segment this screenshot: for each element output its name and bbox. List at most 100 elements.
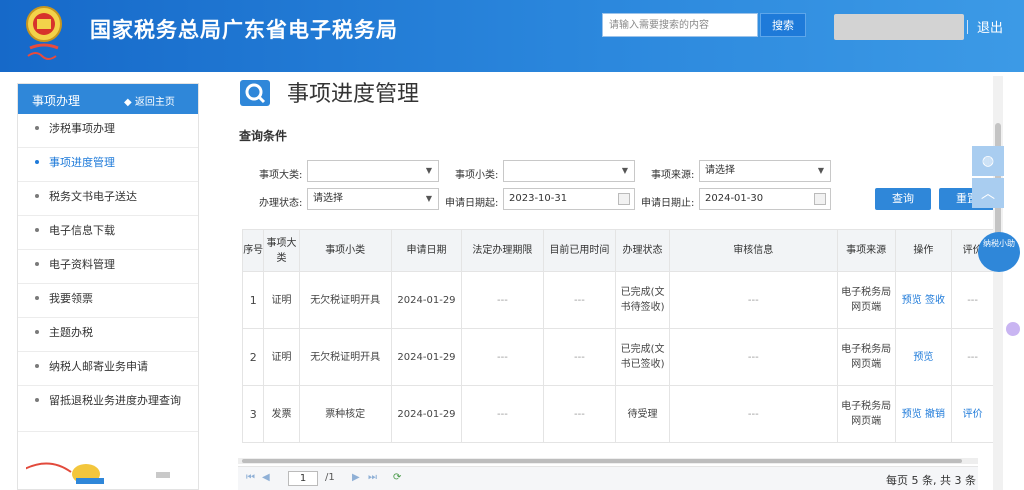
vertical-scrollbar[interactable] bbox=[993, 76, 1003, 490]
column-header: 事项来源 bbox=[836, 229, 896, 272]
sidebar-illustration bbox=[26, 462, 170, 484]
sidebar-item-progress-management[interactable]: 事项进度管理 bbox=[18, 148, 198, 182]
subcategory-select[interactable]: ▼ bbox=[503, 160, 635, 182]
cell-date: 2024-01-29 bbox=[390, 271, 463, 329]
category-select[interactable]: ▼ bbox=[307, 160, 439, 182]
main-content: 事项进度管理 查询条件 事项大类: ▼ 事项小类: ▼ 事项来源: 请选择 ▼ … bbox=[224, 72, 1000, 490]
search-box[interactable] bbox=[602, 13, 758, 37]
cell-source: 电子税务局网页端 bbox=[836, 271, 896, 329]
pagination-bar: ⏮ ◀ 1 /1 ▶ ⏭ ⟳ 每页 5 条, 共 3 条 bbox=[238, 466, 978, 490]
sidebar-item-info-download[interactable]: 电子信息下载 bbox=[18, 216, 198, 250]
table-row: 2 证明 无欠税证明开具 2024-01-29 --- --- 已完成(文书已签… bbox=[242, 328, 994, 386]
horizontal-scrollbar[interactable] bbox=[238, 458, 978, 464]
search-input[interactable] bbox=[603, 14, 757, 36]
site-title: 国家税务总局广东省电子税务局 bbox=[90, 18, 398, 42]
column-header: 申请日期 bbox=[390, 229, 463, 272]
sidebar-item-tax-matters[interactable]: 涉税事项办理 bbox=[18, 114, 198, 148]
subcategory-label: 事项小类: bbox=[455, 170, 499, 181]
rate-link[interactable]: 评价 bbox=[951, 385, 994, 443]
cell-used: --- bbox=[542, 271, 617, 329]
last-page-icon[interactable]: ⏭ bbox=[368, 472, 377, 483]
sidebar: 事项办理 ◆ 返回主页 涉税事项办理 事项进度管理 税务文书电子送达 电子信息下… bbox=[17, 83, 199, 490]
sidebar-item-data-management[interactable]: 电子资料管理 bbox=[18, 250, 198, 284]
total-pages: /1 bbox=[325, 472, 335, 483]
cell-subcategory: 无欠税证明开具 bbox=[298, 271, 392, 329]
sidebar-item-mail-service[interactable]: 纳税人邮寄业务申请 bbox=[18, 352, 198, 386]
search-icon bbox=[240, 80, 270, 106]
sidebar-item-refund-progress[interactable]: 留抵退税业务进度办理查询 bbox=[18, 386, 198, 432]
refresh-icon[interactable]: ⟳ bbox=[393, 472, 401, 483]
cell-limit: --- bbox=[461, 271, 544, 329]
table-header-row: 序号 事项大类 事项小类 申请日期 法定办理期限 目前已用时间 办理状态 审核信… bbox=[242, 229, 994, 272]
column-header: 法定办理期限 bbox=[461, 229, 544, 272]
page-number-input[interactable]: 1 bbox=[288, 471, 318, 486]
floating-bubble-icon[interactable] bbox=[1006, 322, 1020, 336]
source-select[interactable]: 请选择 ▼ bbox=[699, 160, 831, 182]
date-to-input[interactable]: 2024-01-30 bbox=[699, 188, 831, 210]
logout-link[interactable]: 退出 bbox=[977, 17, 1003, 36]
cell-used: --- bbox=[542, 328, 617, 386]
cell-status: 已完成(文书待签收) bbox=[615, 271, 670, 329]
back-home-label: 返回主页 bbox=[134, 97, 175, 108]
chat-icon[interactable]: ◍ bbox=[972, 146, 1004, 176]
sidebar-item-label: 电子资料管理 bbox=[49, 258, 115, 271]
column-header: 事项小类 bbox=[298, 229, 392, 272]
revoke-link[interactable]: 撤销 bbox=[925, 409, 945, 420]
cell-ops: 预览 签收 bbox=[894, 271, 953, 329]
date-to-label: 申请日期止: bbox=[641, 198, 695, 209]
sidebar-item-label: 我要领票 bbox=[49, 292, 93, 305]
site-header: 国家税务总局广东省电子税务局 搜索 退出 bbox=[0, 0, 1024, 72]
cell-subcategory: 票种核定 bbox=[298, 385, 392, 443]
assistant-mascot[interactable]: 纳税小助 bbox=[978, 232, 1020, 272]
home-arrow-icon: ◆ bbox=[124, 97, 135, 108]
calendar-icon[interactable] bbox=[618, 193, 630, 205]
pagination-summary: 每页 5 条, 共 3 条 bbox=[886, 474, 976, 487]
cell-audit: --- bbox=[668, 385, 838, 443]
search-button[interactable]: 搜索 bbox=[760, 13, 806, 37]
column-header: 办理状态 bbox=[615, 229, 670, 272]
preview-link[interactable]: 预览 bbox=[902, 295, 922, 306]
cell-status: 待受理 bbox=[615, 385, 670, 443]
sidebar-item-label: 事项进度管理 bbox=[49, 156, 115, 169]
date-from-value: 2023-10-31 bbox=[509, 193, 568, 204]
bullet-icon bbox=[35, 194, 39, 198]
date-to-value: 2024-01-30 bbox=[705, 193, 764, 204]
bullet-icon bbox=[35, 364, 39, 368]
cell-audit: --- bbox=[668, 271, 838, 329]
back-to-top-icon[interactable]: ︿ bbox=[972, 178, 1004, 208]
cell-audit: --- bbox=[668, 328, 838, 386]
sidebar-item-label: 电子信息下载 bbox=[49, 224, 115, 237]
sidebar-item-theme-tax[interactable]: 主题办税 bbox=[18, 318, 198, 352]
bullet-icon bbox=[35, 296, 39, 300]
calendar-icon[interactable] bbox=[814, 193, 826, 205]
bullet-icon bbox=[35, 126, 39, 130]
sidebar-item-label: 税务文书电子送达 bbox=[49, 190, 137, 203]
prev-page-icon[interactable]: ◀ bbox=[262, 472, 270, 483]
table-row: 1 证明 无欠税证明开具 2024-01-29 --- --- 已完成(文书待签… bbox=[242, 271, 994, 329]
back-home-link[interactable]: ◆ 返回主页 bbox=[124, 93, 175, 108]
query-section-label: 查询条件 bbox=[239, 129, 288, 143]
query-button[interactable]: 查询 bbox=[875, 188, 931, 210]
preview-link[interactable]: 预览 bbox=[902, 409, 922, 420]
cell-no: 2 bbox=[242, 328, 265, 386]
status-select[interactable]: 请选择 ▼ bbox=[307, 188, 439, 210]
dropdown-arrow-icon: ▼ bbox=[621, 166, 628, 175]
cell-no: 1 bbox=[242, 271, 265, 329]
header-divider bbox=[967, 20, 968, 34]
date-from-input[interactable]: 2023-10-31 bbox=[503, 188, 635, 210]
next-page-icon[interactable]: ▶ bbox=[352, 472, 360, 483]
sign-link[interactable]: 签收 bbox=[925, 295, 945, 306]
cell-no: 3 bbox=[242, 385, 265, 443]
sidebar-item-label: 留抵退税业务进度办理查询 bbox=[49, 394, 181, 407]
scrollbar-thumb[interactable] bbox=[242, 459, 962, 463]
cell-source: 电子税务局网页端 bbox=[836, 328, 896, 386]
first-page-icon[interactable]: ⏮ bbox=[246, 472, 255, 483]
preview-link[interactable]: 预览 bbox=[913, 352, 933, 363]
cell-category: 发票 bbox=[263, 385, 300, 443]
sidebar-item-document-delivery[interactable]: 税务文书电子送达 bbox=[18, 182, 198, 216]
source-select-value: 请选择 bbox=[705, 165, 735, 176]
cell-category: 证明 bbox=[263, 271, 300, 329]
bullet-icon bbox=[35, 262, 39, 266]
sidebar-item-get-invoice[interactable]: 我要领票 bbox=[18, 284, 198, 318]
cell-category: 证明 bbox=[263, 328, 300, 386]
